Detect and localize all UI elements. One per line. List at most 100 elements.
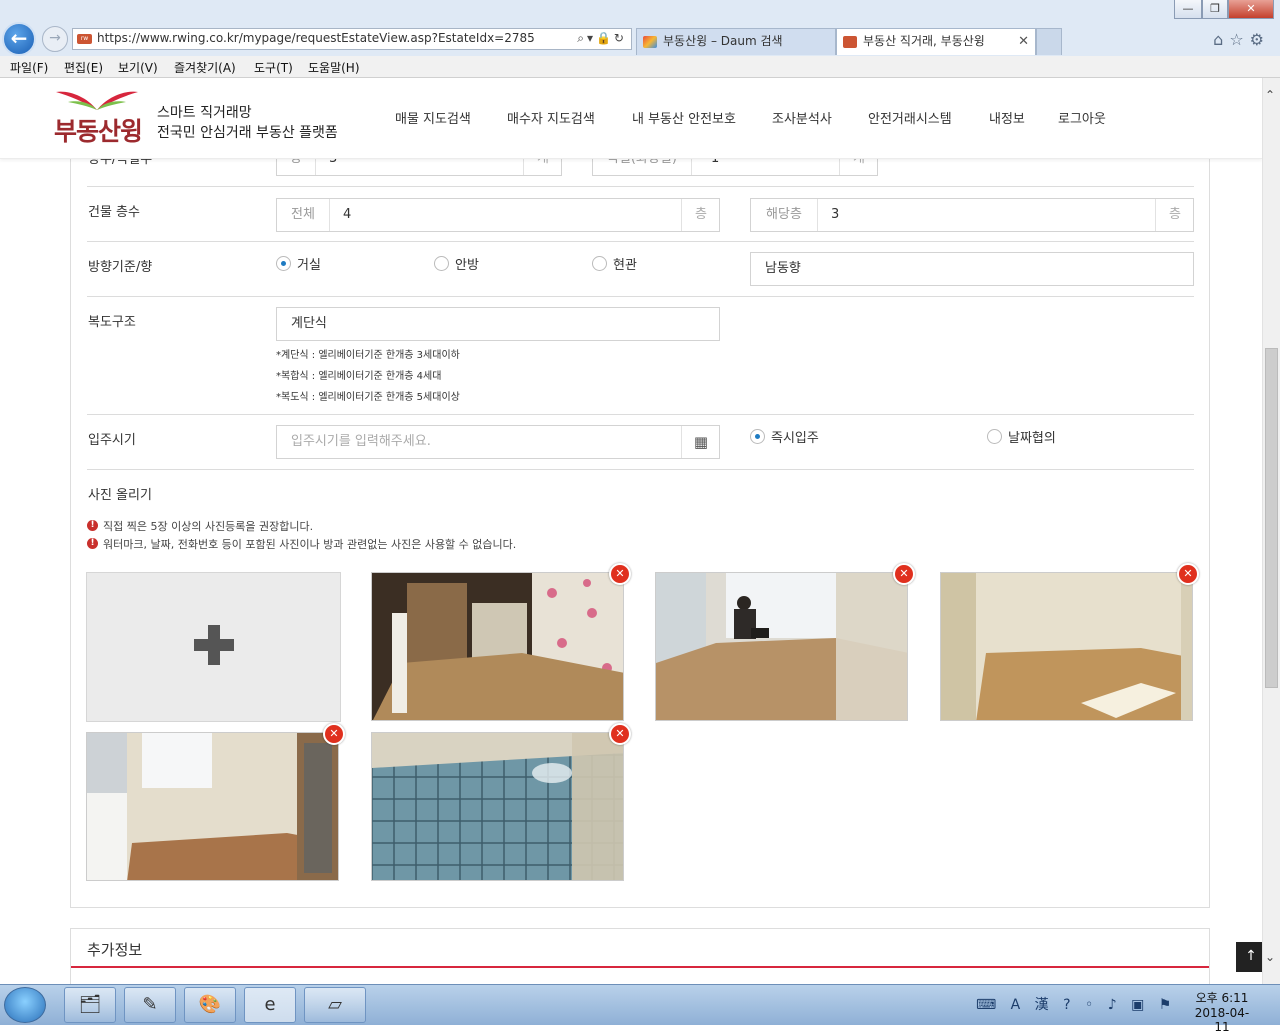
info-icon: ! <box>87 520 98 531</box>
total-floors-field[interactable]: 전체 4 층 <box>276 198 720 232</box>
app-taskbar-icon[interactable]: ▱ <box>304 987 366 1023</box>
hwp-taskbar-icon[interactable]: ✎ <box>124 987 176 1023</box>
hallway-note: *복합식 : 엘리베이터기준 한개층 4세대 <box>276 371 442 382</box>
room-photo-image <box>372 573 623 720</box>
hallway-value: 계단식 <box>291 316 327 331</box>
extra-info-section: 추가정보 <box>70 928 1210 984</box>
nav-logout[interactable]: 로그아웃 <box>1058 108 1106 127</box>
close-window-button[interactable]: ✕ <box>1228 0 1274 19</box>
radio-negotiable-label: 날짜협의 <box>1008 431 1056 446</box>
menu-favorites[interactable]: 즐겨찾기(A) <box>174 59 236 76</box>
restore-button[interactable]: ❐ <box>1202 0 1228 19</box>
floors-label: 건물 층수 <box>88 205 140 220</box>
tab-label: 부동산 직거래, 부동산윙 <box>863 34 985 48</box>
extra-info-underline <box>71 966 1209 968</box>
forward-button[interactable]: → <box>42 26 68 52</box>
move-in-date-input[interactable]: 입주시기를 입력해주세요. ▦ <box>276 425 720 459</box>
rwing-favicon-icon <box>843 36 857 48</box>
nav-my-info[interactable]: 내정보 <box>989 108 1025 127</box>
total-floors-value: 4 <box>343 207 352 222</box>
calendar-icon[interactable]: ▦ <box>681 426 720 458</box>
clock-time[interactable]: 오후 6:11 <box>1190 989 1254 1006</box>
taskbar: 🗂 ✎ 🎨 e ▱ ⌨ A 漢 ? ◦ ♪ ▣ ⚑ 오후 6:11 2018-0… <box>0 984 1280 1034</box>
photo-thumbnail[interactable] <box>371 732 624 881</box>
radio-entrance-label: 현관 <box>613 258 637 273</box>
radio-living-room[interactable] <box>276 256 291 271</box>
home-favorites-settings-icons[interactable]: ⌂☆⚙ <box>1213 30 1270 49</box>
new-tab-button[interactable] <box>1036 28 1062 55</box>
direction-field[interactable]: 남동향 <box>750 252 1194 286</box>
hallway-note: *계단식 : 엘리베이터기준 한개층 3세대이하 <box>276 350 460 361</box>
nav-property-protection[interactable]: 내 부동산 안전보호 <box>632 108 736 127</box>
delete-photo-button[interactable]: ✕ <box>893 563 915 585</box>
photos-label: 사진 올리기 <box>88 488 152 503</box>
photo-thumbnail[interactable] <box>940 572 1193 721</box>
scroll-down-icon[interactable]: ⌄ <box>1265 950 1275 964</box>
explorer-taskbar-icon[interactable]: 🗂 <box>64 987 116 1023</box>
info-icon: ! <box>87 538 98 549</box>
total-floors-prefix: 전체 <box>277 199 330 231</box>
address-url[interactable]: https://www.rwing.co.kr/mypage/requestEs… <box>97 31 535 45</box>
menu-edit[interactable]: 편집(E) <box>64 59 103 76</box>
delete-photo-button[interactable]: ✕ <box>609 723 631 745</box>
delete-photo-button[interactable]: ✕ <box>1177 563 1199 585</box>
tab-rwing[interactable]: 부동산 직거래, 부동산윙 ✕ <box>836 28 1036 55</box>
radio-negotiable[interactable] <box>987 429 1002 444</box>
menu-view[interactable]: 보기(V) <box>118 59 158 76</box>
page-viewport: 방수/욕실수 방 3 개 욕실(화장실) 1 개 건물 층수 전체 4 층 해당… <box>0 78 1262 984</box>
menu-file[interactable]: 파일(F) <box>10 59 48 76</box>
room-photo-image <box>372 733 623 880</box>
delete-photo-button[interactable]: ✕ <box>609 563 631 585</box>
nav-safe-trade[interactable]: 안전거래시스템 <box>868 108 952 127</box>
extra-info-title: 추가정보 <box>87 941 143 959</box>
scroll-up-icon[interactable]: ⌃ <box>1265 88 1275 102</box>
browser-toolbar: — ❐ ✕ ← → rw https://www.rwing.co.kr/myp… <box>0 0 1280 56</box>
radio-immediate-label: 즉시입주 <box>771 431 819 446</box>
daum-icon <box>643 36 657 48</box>
scroll-thumb[interactable] <box>1265 348 1278 688</box>
system-tray-icons[interactable]: ⌨ A 漢 ? ◦ ♪ ▣ ⚑ <box>976 994 1176 1014</box>
photo-thumbnail[interactable] <box>86 732 339 881</box>
paint-taskbar-icon[interactable]: 🎨 <box>184 987 236 1023</box>
photo-thumbnail[interactable] <box>655 572 908 721</box>
room-photo-image <box>87 733 338 880</box>
menu-tools[interactable]: 도구(T) <box>254 59 293 76</box>
page-scrollbar[interactable]: ⌃ ⌄ <box>1262 78 1280 984</box>
menu-help[interactable]: 도움말(H) <box>308 59 360 76</box>
hallway-label: 복도구조 <box>88 315 136 330</box>
site-favicon-icon: rw <box>77 34 92 44</box>
clock-date[interactable]: 2018-04-11 <box>1190 1006 1254 1034</box>
add-photo-button[interactable] <box>86 572 341 722</box>
nav-analyst[interactable]: 조사분석사 <box>772 108 832 127</box>
ie-taskbar-icon[interactable]: e <box>244 987 296 1023</box>
wing-logo-icon <box>56 91 138 110</box>
menu-bar: 파일(F) 편집(E) 보기(V) 즐겨찾기(A) 도구(T) 도움말(H) <box>0 56 1280 78</box>
hallway-note: *복도식 : 엘리베이터기준 한개층 5세대이상 <box>276 392 460 403</box>
address-bar[interactable]: rw https://www.rwing.co.kr/mypage/reques… <box>72 28 632 50</box>
tab-close-icon[interactable]: ✕ <box>1018 29 1029 54</box>
this-floor-field[interactable]: 해당층 3 층 <box>750 198 1194 232</box>
address-tools-icons[interactable]: ⌕▾🔒↻ <box>577 31 627 46</box>
scroll-top-button[interactable]: ↑ <box>1236 942 1262 972</box>
nav-buyer-map[interactable]: 매수자 지도검색 <box>507 108 595 127</box>
site-logo[interactable]: 부동산윙 <box>54 112 143 148</box>
radio-master-room[interactable] <box>434 256 449 271</box>
photo-guideline-2: 워터마크, 날짜, 전화번호 등이 포함된 사진이나 방과 관련없는 사진은 사… <box>103 538 517 551</box>
radio-immediate[interactable] <box>750 429 765 444</box>
site-tagline: 스마트 직거래망 <box>157 105 252 121</box>
start-button[interactable] <box>4 987 46 1023</box>
photo-thumbnail[interactable] <box>371 572 624 721</box>
row-divider <box>87 186 1194 187</box>
nav-property-map[interactable]: 매물 지도검색 <box>395 108 471 127</box>
room-photo-image <box>941 573 1192 720</box>
plus-icon <box>194 639 234 651</box>
minimize-button[interactable]: — <box>1174 0 1202 19</box>
radio-living-room-label: 거실 <box>297 258 321 273</box>
site-tagline: 전국민 안심거래 부동산 플랫폼 <box>157 125 338 141</box>
delete-photo-button[interactable]: ✕ <box>323 723 345 745</box>
radio-entrance[interactable] <box>592 256 607 271</box>
hallway-field[interactable]: 계단식 <box>276 307 720 341</box>
direction-value: 남동향 <box>765 261 801 276</box>
tab-daum-search[interactable]: 부동산윙 – Daum 검색 <box>636 28 836 55</box>
back-button[interactable]: ← <box>2 22 36 56</box>
